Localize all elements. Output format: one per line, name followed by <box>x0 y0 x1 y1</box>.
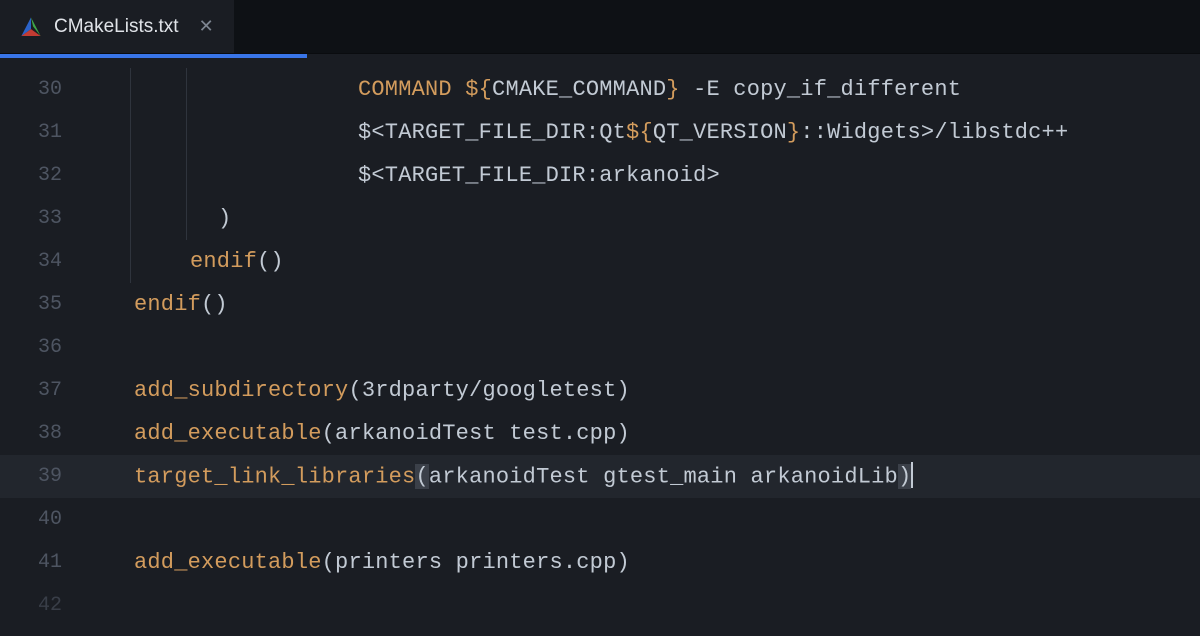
code-editor[interactable]: 30 COMMAND ${CMAKE_COMMAND} -E copy_if_d… <box>0 58 1200 627</box>
code-line: 41 add_executable(printers printers.cpp) <box>0 541 1200 584</box>
line-number: 42 <box>0 594 80 617</box>
line-number: 37 <box>0 379 80 402</box>
line-number: 40 <box>0 508 80 531</box>
close-icon[interactable]: ✕ <box>199 16 214 37</box>
line-number: 41 <box>0 551 80 574</box>
code-line: 36 <box>0 326 1200 369</box>
code-line: 38 add_executable(arkanoidTest test.cpp) <box>0 412 1200 455</box>
line-number: 30 <box>0 78 80 101</box>
cursor <box>911 462 913 488</box>
line-number: 39 <box>0 465 80 488</box>
code-line: 34 endif() <box>0 240 1200 283</box>
code-line: 40 <box>0 498 1200 541</box>
line-number: 32 <box>0 164 80 187</box>
line-number: 31 <box>0 121 80 144</box>
code-line: 31 $<TARGET_FILE_DIR:Qt${QT_VERSION}::Wi… <box>0 111 1200 154</box>
line-number: 36 <box>0 336 80 359</box>
code-line: 37 add_subdirectory(3rdparty/googletest) <box>0 369 1200 412</box>
code-line: 30 COMMAND ${CMAKE_COMMAND} -E copy_if_d… <box>0 68 1200 111</box>
line-number: 35 <box>0 293 80 316</box>
code-line-active: 39 target_link_libraries(arkanoidTest gt… <box>0 455 1200 498</box>
code-line: 35 endif() <box>0 283 1200 326</box>
code-line: 32 $<TARGET_FILE_DIR:arkanoid> <box>0 154 1200 197</box>
code-line: 42 <box>0 584 1200 627</box>
line-number: 33 <box>0 207 80 230</box>
tab-filename: CMakeLists.txt <box>54 16 179 38</box>
tab-bar: CMakeLists.txt ✕ <box>0 0 1200 54</box>
line-number: 38 <box>0 422 80 445</box>
code-line: 33 ) <box>0 197 1200 240</box>
cmake-icon <box>20 16 42 38</box>
line-number: 34 <box>0 250 80 273</box>
tab-active[interactable]: CMakeLists.txt ✕ <box>0 0 234 53</box>
